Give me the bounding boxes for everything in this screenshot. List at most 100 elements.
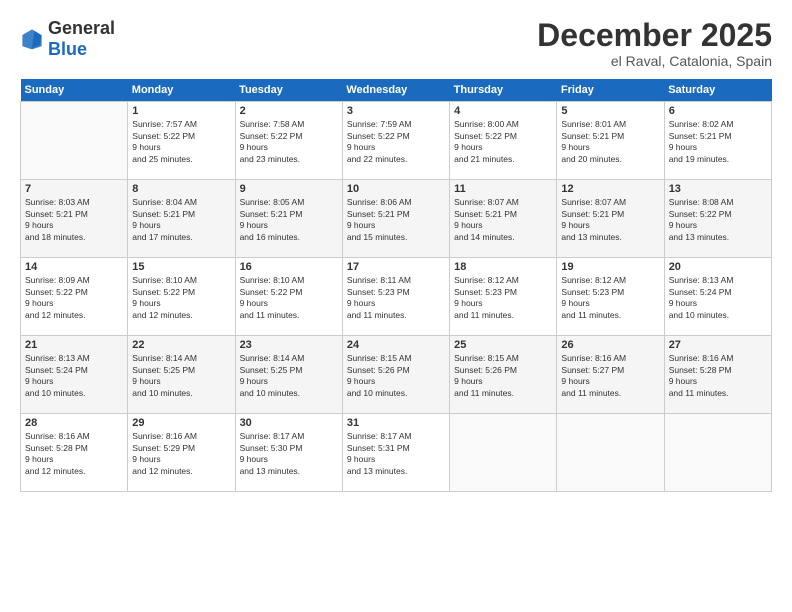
week-row-0: 1Sunrise: 7:57 AMSunset: 5:22 PM9 hoursa… [21, 102, 772, 180]
day-info: Sunrise: 8:16 AMSunset: 5:29 PM9 hoursan… [132, 431, 230, 477]
day-number: 22 [132, 339, 230, 351]
calendar-cell: 20Sunrise: 8:13 AMSunset: 5:24 PM9 hours… [664, 258, 771, 336]
calendar-cell: 21Sunrise: 8:13 AMSunset: 5:24 PM9 hours… [21, 336, 128, 414]
calendar-cell: 7 Sunrise: 8:03 AMSunset: 5:21 PM9 hoursa… [21, 180, 128, 258]
day-info: Sunrise: 8:08 AMSunset: 5:22 PM9 hoursan… [669, 197, 767, 243]
day-number: 8 [132, 183, 230, 195]
calendar-cell: 24Sunrise: 8:15 AMSunset: 5:26 PM9 hours… [342, 336, 449, 414]
day-info: Sunrise: 8:13 AMSunset: 5:24 PM9 hoursan… [669, 275, 767, 321]
calendar-cell: 10Sunrise: 8:06 AMSunset: 5:21 PM9 hours… [342, 180, 449, 258]
calendar-cell [664, 414, 771, 492]
calendar-cell: 4Sunrise: 8:00 AMSunset: 5:22 PM9 hoursa… [450, 102, 557, 180]
calendar-cell: 9 Sunrise: 8:05 AMSunset: 5:21 PM9 hoursa… [235, 180, 342, 258]
calendar-cell: 29 Sunrise: 8:16 AMSunset: 5:29 PM9 hours… [128, 414, 235, 492]
calendar-cell: 27 Sunrise: 8:16 AMSunset: 5:28 PM9 hours… [664, 336, 771, 414]
day-info: Sunrise: 8:12 AMSunset: 5:23 PM9 hoursan… [561, 275, 659, 321]
day-info: Sunrise: 8:07 AMSunset: 5:21 PM9 hoursan… [561, 197, 659, 243]
day-info: Sunrise: 7:59 AMSunset: 5:22 PM9 hoursan… [347, 119, 445, 165]
day-info: Sunrise: 8:16 AMSunset: 5:28 PM9 hoursan… [25, 431, 123, 477]
calendar-cell: 3 Sunrise: 7:59 AMSunset: 5:22 PM9 hoursa… [342, 102, 449, 180]
location: el Raval, Catalonia, Spain [537, 53, 772, 69]
month-year: December 2025 [537, 18, 772, 53]
day-number: 7 [25, 183, 123, 195]
day-number: 10 [347, 183, 445, 195]
day-number: 2 [240, 105, 338, 117]
day-number: 16 [240, 261, 338, 273]
week-row-3: 21Sunrise: 8:13 AMSunset: 5:24 PM9 hours… [21, 336, 772, 414]
header-cell-tuesday: Tuesday [235, 79, 342, 102]
calendar-cell: 28 Sunrise: 8:16 AMSunset: 5:28 PM9 hours… [21, 414, 128, 492]
calendar-cell: 31Sunrise: 8:17 AMSunset: 5:31 PM9 hours… [342, 414, 449, 492]
day-info: Sunrise: 8:01 AMSunset: 5:21 PM9 hoursan… [561, 119, 659, 165]
day-number: 4 [454, 105, 552, 117]
day-number: 11 [454, 183, 552, 195]
calendar-cell: 25 Sunrise: 8:15 AMSunset: 5:26 PM9 hours… [450, 336, 557, 414]
day-number: 31 [347, 417, 445, 429]
day-number: 3 [347, 105, 445, 117]
day-number: 19 [561, 261, 659, 273]
header-cell-thursday: Thursday [450, 79, 557, 102]
day-info: Sunrise: 8:11 AMSunset: 5:23 PM9 hoursan… [347, 275, 445, 321]
calendar-cell: 11 Sunrise: 8:07 AMSunset: 5:21 PM9 hours… [450, 180, 557, 258]
day-number: 12 [561, 183, 659, 195]
day-number: 13 [669, 183, 767, 195]
header-cell-wednesday: Wednesday [342, 79, 449, 102]
day-number: 25 [454, 339, 552, 351]
calendar-cell: 12 Sunrise: 8:07 AMSunset: 5:21 PM9 hours… [557, 180, 664, 258]
day-info: Sunrise: 8:05 AMSunset: 5:21 PM9 hoursan… [240, 197, 338, 243]
header: General Blue December 2025 el Raval, Cat… [20, 18, 772, 69]
week-row-4: 28 Sunrise: 8:16 AMSunset: 5:28 PM9 hours… [21, 414, 772, 492]
day-info: Sunrise: 8:10 AMSunset: 5:22 PM9 hoursan… [132, 275, 230, 321]
day-info: Sunrise: 8:16 AMSunset: 5:28 PM9 hoursan… [669, 353, 767, 399]
calendar-table: SundayMondayTuesdayWednesdayThursdayFrid… [20, 79, 772, 492]
day-number: 18 [454, 261, 552, 273]
calendar-cell: 1Sunrise: 7:57 AMSunset: 5:22 PM9 hoursa… [128, 102, 235, 180]
day-number: 24 [347, 339, 445, 351]
day-info: Sunrise: 8:10 AMSunset: 5:22 PM9 hoursan… [240, 275, 338, 321]
day-number: 27 [669, 339, 767, 351]
header-cell-friday: Friday [557, 79, 664, 102]
page: General Blue December 2025 el Raval, Cat… [0, 0, 792, 612]
day-number: 26 [561, 339, 659, 351]
day-info: Sunrise: 8:15 AMSunset: 5:26 PM9 hoursan… [454, 353, 552, 399]
header-cell-sunday: Sunday [21, 79, 128, 102]
day-info: Sunrise: 7:58 AMSunset: 5:22 PM9 hoursan… [240, 119, 338, 165]
day-number: 14 [25, 261, 123, 273]
calendar-cell: 22 Sunrise: 8:14 AMSunset: 5:25 PM9 hours… [128, 336, 235, 414]
calendar-cell: 5 Sunrise: 8:01 AMSunset: 5:21 PM9 hoursa… [557, 102, 664, 180]
day-number: 5 [561, 105, 659, 117]
calendar-cell: 26Sunrise: 8:16 AMSunset: 5:27 PM9 hours… [557, 336, 664, 414]
day-number: 15 [132, 261, 230, 273]
day-number: 9 [240, 183, 338, 195]
calendar-cell: 30Sunrise: 8:17 AMSunset: 5:30 PM9 hours… [235, 414, 342, 492]
logo-text: General Blue [48, 18, 115, 60]
calendar-cell [450, 414, 557, 492]
day-info: Sunrise: 8:02 AMSunset: 5:21 PM9 hoursan… [669, 119, 767, 165]
calendar-cell: 6Sunrise: 8:02 AMSunset: 5:21 PM9 hoursa… [664, 102, 771, 180]
logo: General Blue [20, 18, 115, 60]
day-number: 21 [25, 339, 123, 351]
day-info: Sunrise: 8:03 AMSunset: 5:21 PM9 hoursan… [25, 197, 123, 243]
day-number: 23 [240, 339, 338, 351]
calendar-cell [21, 102, 128, 180]
day-info: Sunrise: 8:14 AMSunset: 5:25 PM9 hoursan… [240, 353, 338, 399]
calendar-cell: 2 Sunrise: 7:58 AMSunset: 5:22 PM9 hoursa… [235, 102, 342, 180]
calendar-cell: 19 Sunrise: 8:12 AMSunset: 5:23 PM9 hours… [557, 258, 664, 336]
header-row: SundayMondayTuesdayWednesdayThursdayFrid… [21, 79, 772, 102]
day-info: Sunrise: 8:14 AMSunset: 5:25 PM9 hoursan… [132, 353, 230, 399]
day-info: Sunrise: 8:09 AMSunset: 5:22 PM9 hoursan… [25, 275, 123, 321]
week-row-2: 14 Sunrise: 8:09 AMSunset: 5:22 PM9 hours… [21, 258, 772, 336]
calendar-cell: 15 Sunrise: 8:10 AMSunset: 5:22 PM9 hours… [128, 258, 235, 336]
day-number: 28 [25, 417, 123, 429]
day-info: Sunrise: 8:07 AMSunset: 5:21 PM9 hoursan… [454, 197, 552, 243]
calendar-cell: 8 Sunrise: 8:04 AMSunset: 5:21 PM9 hoursa… [128, 180, 235, 258]
day-info: Sunrise: 8:04 AMSunset: 5:21 PM9 hoursan… [132, 197, 230, 243]
day-number: 29 [132, 417, 230, 429]
calendar-cell: 17 Sunrise: 8:11 AMSunset: 5:23 PM9 hours… [342, 258, 449, 336]
logo-general: General [48, 18, 115, 38]
day-number: 17 [347, 261, 445, 273]
title-area: December 2025 el Raval, Catalonia, Spain [537, 18, 772, 69]
day-number: 1 [132, 105, 230, 117]
logo-blue: Blue [48, 39, 87, 59]
calendar-cell: 23 Sunrise: 8:14 AMSunset: 5:25 PM9 hours… [235, 336, 342, 414]
